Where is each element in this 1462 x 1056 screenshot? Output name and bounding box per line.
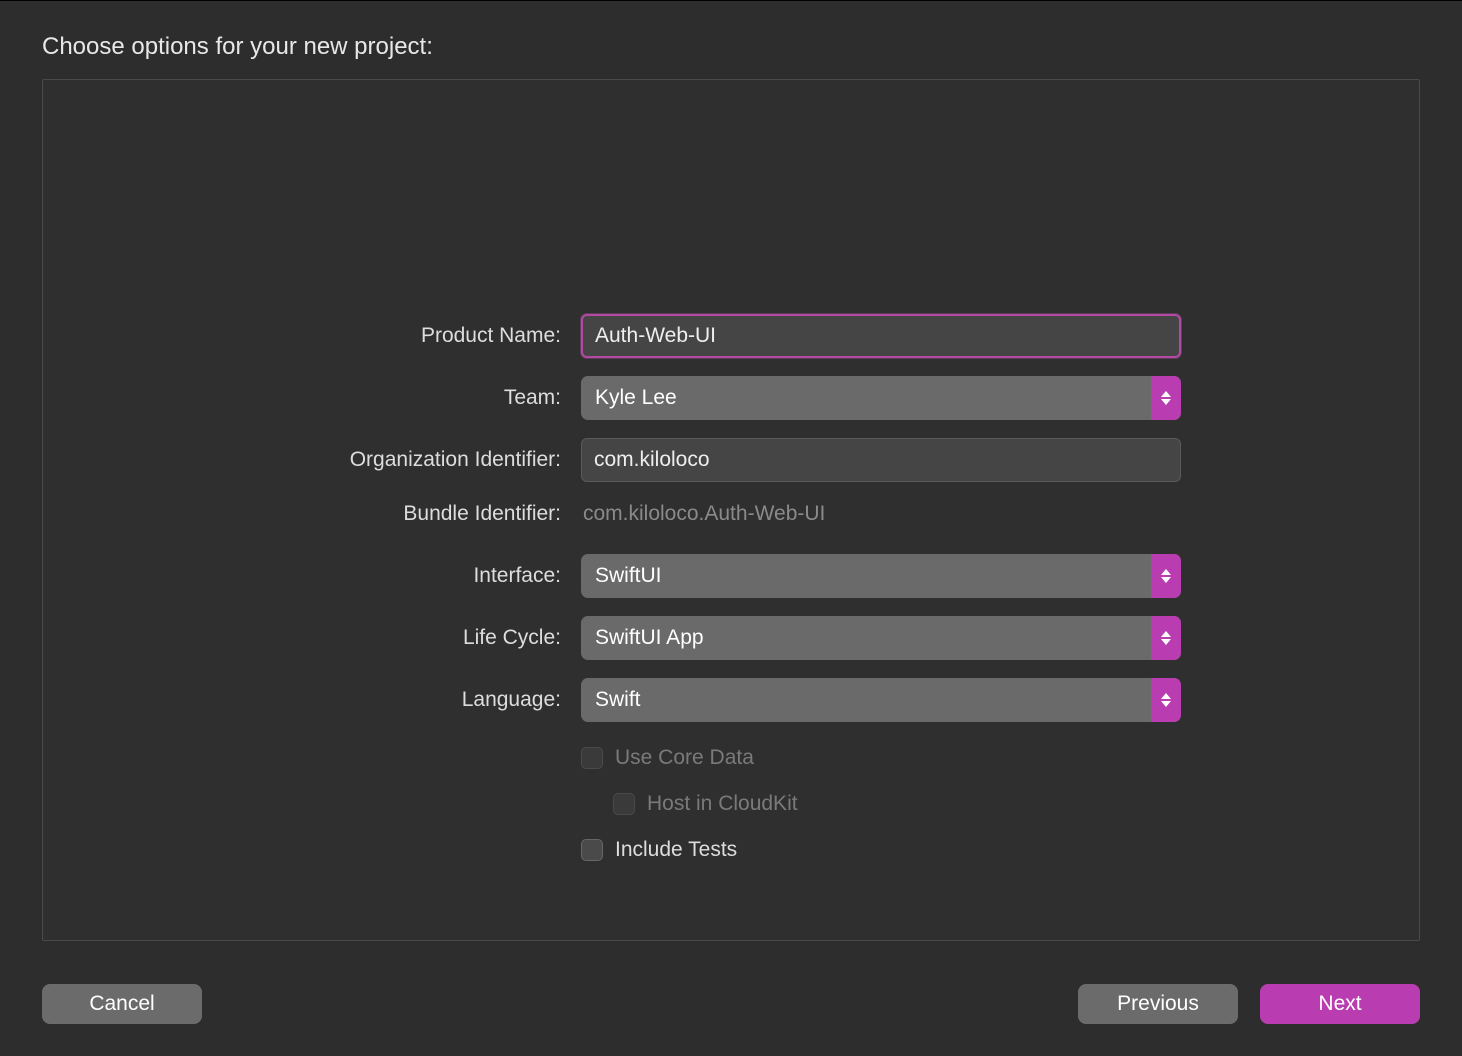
updown-icon [1151,554,1181,598]
use-core-data-checkbox [581,747,603,769]
interface-row: Interface: SwiftUI [281,554,1181,598]
bundle-id-label: Bundle Identifier: [281,502,581,526]
use-core-data-row: Use Core Data [581,740,1181,776]
interface-select-value: SwiftUI [595,564,662,588]
updown-icon [1151,376,1181,420]
options-panel: Product Name: Team: Kyle Lee Org [42,79,1420,941]
org-id-input[interactable] [581,438,1181,482]
life-cycle-select-value: SwiftUI App [595,626,704,650]
button-bar: Cancel Previous Next [42,984,1420,1024]
include-tests-row: Include Tests [581,832,1181,868]
life-cycle-row: Life Cycle: SwiftUI App [281,616,1181,660]
org-id-row: Organization Identifier: [281,438,1181,482]
product-name-input[interactable] [581,314,1181,358]
team-label: Team: [281,386,581,410]
bundle-id-value: com.kiloloco.Auth-Web-UI [581,492,1181,536]
team-row: Team: Kyle Lee [281,376,1181,420]
new-project-options-window: Choose options for your new project: Pro… [0,0,1462,1056]
product-name-label: Product Name: [281,324,581,348]
host-cloudkit-checkbox [613,793,635,815]
page-title: Choose options for your new project: [42,33,433,61]
right-buttons: Previous Next [1078,984,1420,1024]
interface-label: Interface: [281,564,581,588]
checkbox-group: Use Core Data Host in CloudKit Include T… [581,740,1181,868]
options-form: Product Name: Team: Kyle Lee Org [281,314,1181,868]
cancel-button[interactable]: Cancel [42,984,202,1024]
org-id-label: Organization Identifier: [281,448,581,472]
language-select-value: Swift [595,688,641,712]
include-tests-label: Include Tests [615,838,737,862]
language-select[interactable]: Swift [581,678,1181,722]
updown-icon [1151,678,1181,722]
use-core-data-label: Use Core Data [615,746,754,770]
include-tests-checkbox[interactable] [581,839,603,861]
previous-button[interactable]: Previous [1078,984,1238,1024]
updown-icon [1151,616,1181,660]
interface-select[interactable]: SwiftUI [581,554,1181,598]
product-name-row: Product Name: [281,314,1181,358]
next-button[interactable]: Next [1260,984,1420,1024]
bundle-id-row: Bundle Identifier: com.kiloloco.Auth-Web… [281,492,1181,536]
team-select[interactable]: Kyle Lee [581,376,1181,420]
host-cloudkit-label: Host in CloudKit [647,792,798,816]
team-select-value: Kyle Lee [595,386,677,410]
life-cycle-label: Life Cycle: [281,626,581,650]
host-cloudkit-row: Host in CloudKit [581,786,1181,822]
life-cycle-select[interactable]: SwiftUI App [581,616,1181,660]
language-label: Language: [281,688,581,712]
language-row: Language: Swift [281,678,1181,722]
